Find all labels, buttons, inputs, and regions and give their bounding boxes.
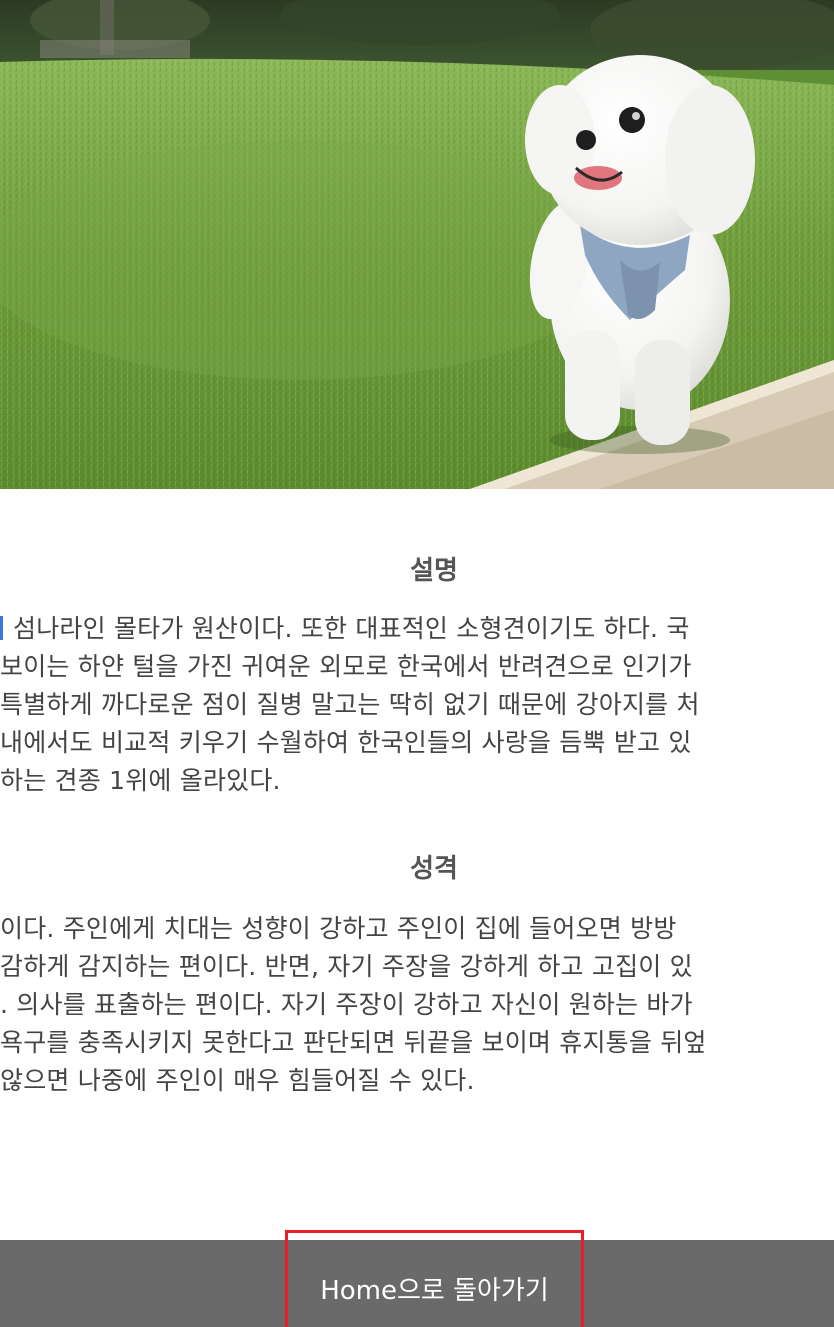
- personality-section: 성격 이다. 주인에게 치대는 성향이 강하고 주인이 집에 들어오면 방방 감…: [0, 840, 834, 1160]
- personality-body: 이다. 주인에게 치대는 성향이 강하고 주인이 집에 들어오면 방방 감하게 …: [0, 910, 834, 1100]
- maltese-photo: [0, 0, 834, 489]
- personality-line: 욕구를 충족시키지 못한다고 판단되면 뒤끝을 보이며 휴지통을 뒤엎: [0, 1028, 707, 1057]
- description-line-text: 섬나라인 몰타가 원산이다. 또한 대표적인 소형견이기도 하다. 국: [13, 614, 690, 643]
- personality-line: 감하게 감지하는 편이다. 반면, 자기 주장을 강하게 하고 고집이 있: [0, 952, 693, 981]
- text-highlight-mark: [0, 616, 3, 640]
- personality-line: . 의사를 표출하는 편이다. 자기 주장이 강하고 자신이 원하는 바가: [0, 990, 693, 1019]
- personality-line: 이다. 주인에게 치대는 성향이 강하고 주인이 집에 들어오면 방방: [0, 914, 677, 943]
- home-button[interactable]: Home으로 돌아가기: [285, 1230, 584, 1327]
- personality-title: 성격: [410, 854, 458, 884]
- description-line: 특별하게 까다로운 점이 질병 말고는 딱히 없기 때문에 강아지를 처: [0, 690, 700, 719]
- page: 설명 섬나라인 몰타가 원산이다. 또한 대표적인 소형견이기도 하다. 국 보…: [0, 0, 834, 1327]
- description-line: 섬나라인 몰타가 원산이다. 또한 대표적인 소형견이기도 하다. 국: [0, 610, 834, 648]
- personality-line: 않으면 나중에 주인이 매우 힘들어질 수 있다.: [0, 1066, 475, 1095]
- hero-image: [0, 0, 834, 489]
- description-title: 설명: [410, 556, 458, 586]
- description-section: 설명 섬나라인 몰타가 원산이다. 또한 대표적인 소형견이기도 하다. 국 보…: [0, 540, 834, 840]
- description-line: 하는 견종 1위에 올라있다.: [0, 766, 281, 795]
- description-line: 보이는 하얀 털을 가진 귀여운 외모로 한국에서 반려견으로 인기가: [0, 652, 692, 681]
- description-body: 섬나라인 몰타가 원산이다. 또한 대표적인 소형견이기도 하다. 국 보이는 …: [0, 610, 834, 800]
- description-line: 내에서도 비교적 키우기 수월하여 한국인들의 사랑을 듬뿍 받고 있: [0, 728, 692, 757]
